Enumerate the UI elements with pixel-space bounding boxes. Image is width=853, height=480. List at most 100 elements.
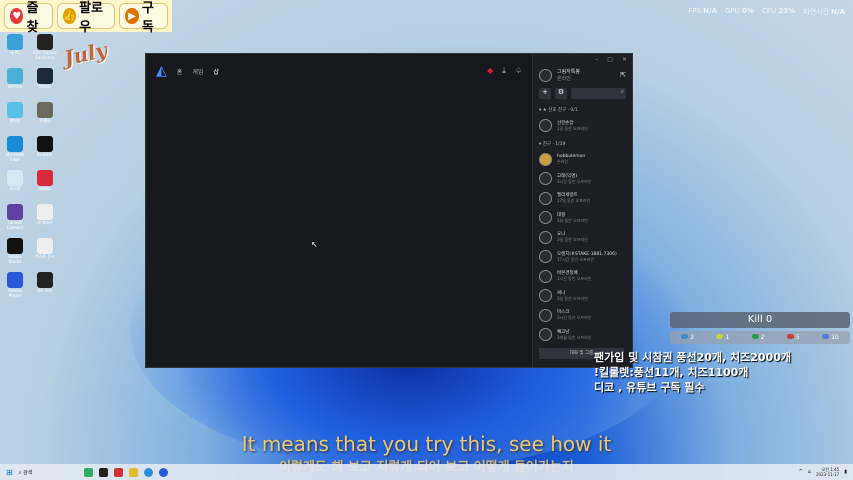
perf-overlay: FPS N/A GPU 0% CPU 23% 지연시간 N/A [688, 7, 845, 17]
friend-status: 1일 동안 오프라인 [557, 125, 588, 131]
follow-button[interactable]: 👍 팔로우 [56, 1, 116, 35]
app-icon[interactable] [114, 467, 124, 477]
desktop-icon-label: Roblox [38, 186, 52, 191]
count-value: 2 [690, 334, 695, 341]
gpu-value: 0% [742, 7, 754, 15]
app-icon[interactable] [84, 467, 94, 477]
favorite-button[interactable]: ♥ 즐찾 [4, 1, 53, 35]
desktop-app-icon [7, 34, 23, 50]
kill-count: 10 [822, 334, 839, 341]
friend-item[interactable]: 요니 3일 동안 오프라인 [533, 228, 632, 248]
desktop-app-icon [37, 204, 53, 220]
desktop-icon-label: 제어판 [9, 118, 21, 123]
alert-icon[interactable]: ◆ [487, 66, 493, 76]
count-badge-icon [716, 334, 724, 339]
app-window: ◭ 홈 게임 샵 ◆ ⤓ ♤ – □ ✕ 그림자특봉 온라인 ⇱ + ⚙ ⌕ ▾ ★ … [145, 53, 633, 368]
bell-icon[interactable]: ♤ [515, 66, 522, 76]
app-icon[interactable] [159, 467, 169, 477]
folder-icon[interactable] [129, 467, 139, 477]
desktop-icon-label: 휴지통 [9, 186, 21, 191]
desktop-icon-label: 네트워크 [7, 84, 23, 89]
minimize-icon[interactable]: – [595, 56, 598, 63]
app-icon[interactable] [99, 467, 109, 477]
taskbar-search[interactable]: ⌕ 검색 [19, 469, 33, 476]
count-badge-icon [681, 334, 689, 339]
desktop-app-icon [7, 238, 23, 254]
start-icon[interactable]: ⊞ [6, 468, 13, 477]
friend-item[interactable]: 선한손잡 1일 동안 오프라인 [533, 116, 632, 136]
friend-status: 3일 동안 오프라인 [557, 295, 588, 301]
friend-item[interactable]: 마스크 3시간 동안 오프라인 [533, 306, 632, 326]
friends-header[interactable]: ▾ 친구 · 1/19 [533, 136, 632, 150]
close-icon[interactable]: ✕ [622, 56, 627, 63]
nav-home[interactable]: 홈 [177, 67, 183, 76]
friend-avatar [539, 119, 552, 133]
friend-item[interactable]: hobbulemon 온라인 [533, 150, 632, 170]
desktop-icon[interactable]: 텍스트 문서 [32, 238, 58, 268]
manage-friends-button[interactable]: ⚙ [555, 88, 567, 99]
subscribe-button[interactable]: ▶ 구독 [119, 1, 168, 35]
nav-shop[interactable]: 샵 [213, 67, 219, 76]
desktop-icon[interactable]: Ubisoft Connect [2, 204, 28, 234]
friend-avatar [539, 152, 552, 166]
network-icon[interactable]: ⌂ [808, 469, 811, 475]
desktop-icon[interactable]: 휴지통 [2, 170, 28, 200]
desktop-icon[interactable]: 네트워크 [2, 68, 28, 98]
friend-search-input[interactable]: ⌕ [571, 88, 626, 99]
latency-value: N/A [831, 8, 845, 16]
clock[interactable]: 오전 1:45 2023-11-17 [816, 467, 839, 477]
count-value: 2 [760, 334, 765, 341]
edge-icon[interactable] [144, 467, 154, 477]
desktop-icon[interactable]: Krunker [32, 136, 58, 166]
friend-item[interactable]: 빼고냥 3개월 동안 오프라인 [533, 325, 632, 345]
heart-icon: ♥ [10, 8, 24, 24]
desktop-icon[interactable]: Epic Games Launcher [32, 34, 58, 64]
nav-games[interactable]: 게임 [192, 67, 203, 76]
desktop-icon-label: Roblox Player [8, 288, 22, 298]
notification-icon[interactable]: ▮ [844, 469, 847, 475]
desktop-icon[interactable]: PUBG [32, 102, 58, 132]
play-icon: ▶ [125, 8, 139, 24]
fps-label: FPS [688, 7, 701, 15]
desktop-icon[interactable]: Steam [32, 68, 58, 98]
date: 2023-11-17 [815, 472, 840, 477]
friend-item[interactable]: 고래(익명) 3시간 동안 오프라인 [533, 169, 632, 189]
desktop-icon-label: Microsoft Edge [5, 152, 25, 162]
favorites-header[interactable]: ▾ ★ 선호 친구 · 0/1 [533, 102, 632, 116]
add-friend-button[interactable]: + [539, 88, 551, 99]
desktop-icon[interactable]: 제어판 [2, 102, 28, 132]
desktop-app-icon [7, 102, 23, 118]
count-badge-icon [822, 334, 830, 339]
desktop-icon[interactable]: Kill Aim [32, 272, 58, 302]
desktop-icon-label: 내 PC [9, 50, 21, 55]
taskbar: ⊞ ⌕ 검색 ^ ⌂ 오전 1:45 2023-11-17 ▮ [0, 464, 853, 480]
friend-item[interactable]: 써니 3일 동안 오프라인 [533, 286, 632, 306]
desktop-app-icon [7, 272, 23, 288]
desktop-icons: 내 PC Epic Games Launcher 네트워크 Steam 제어판 PUBG M… [2, 34, 58, 302]
download-icon[interactable]: ⤓ [502, 66, 506, 76]
friend-item[interactable]: 멜리세랑트 17일 동안 오프라인 [533, 189, 632, 209]
tray-chevron-icon[interactable]: ^ [799, 469, 803, 475]
app-logo-icon[interactable]: ◭ [156, 63, 167, 79]
profile[interactable]: 그림자특봉 온라인 ⇱ [533, 65, 632, 85]
kill-count: 5 [786, 334, 800, 341]
cpu-value: 23% [778, 7, 796, 15]
desktop-icon[interactable]: Roblox [32, 170, 58, 200]
desktop-icon[interactable]: Microsoft Edge [2, 136, 28, 166]
kill-count: 2 [751, 334, 765, 341]
friend-avatar [539, 250, 552, 264]
desktop-app-icon [7, 170, 23, 186]
cpu-label: CPU [761, 7, 777, 15]
friend-item[interactable]: 대형 3일 동안 오프라인 [533, 208, 632, 228]
count-badge-icon [751, 334, 759, 339]
count-value: 5 [795, 334, 800, 341]
desktop-icon[interactable]: Roblox Player [2, 272, 28, 302]
friend-item[interactable]: 바본경정배 3시간 동안 오프라인 [533, 267, 632, 287]
maximize-icon[interactable]: □ [607, 56, 613, 63]
desktop-icon[interactable]: 내 PC [2, 34, 28, 64]
desktop-icon[interactable]: Roblox Studio [2, 238, 28, 268]
desktop-icon[interactable]: 새 텍스트 [32, 204, 58, 234]
friend-status: 17시간 동안 오프라인 [557, 256, 595, 262]
external-link-icon[interactable]: ⇱ [620, 71, 626, 79]
friend-item[interactable]: 오렌지(#STAKE-1881.7306) 17시간 동안 오프라인 [533, 247, 632, 267]
